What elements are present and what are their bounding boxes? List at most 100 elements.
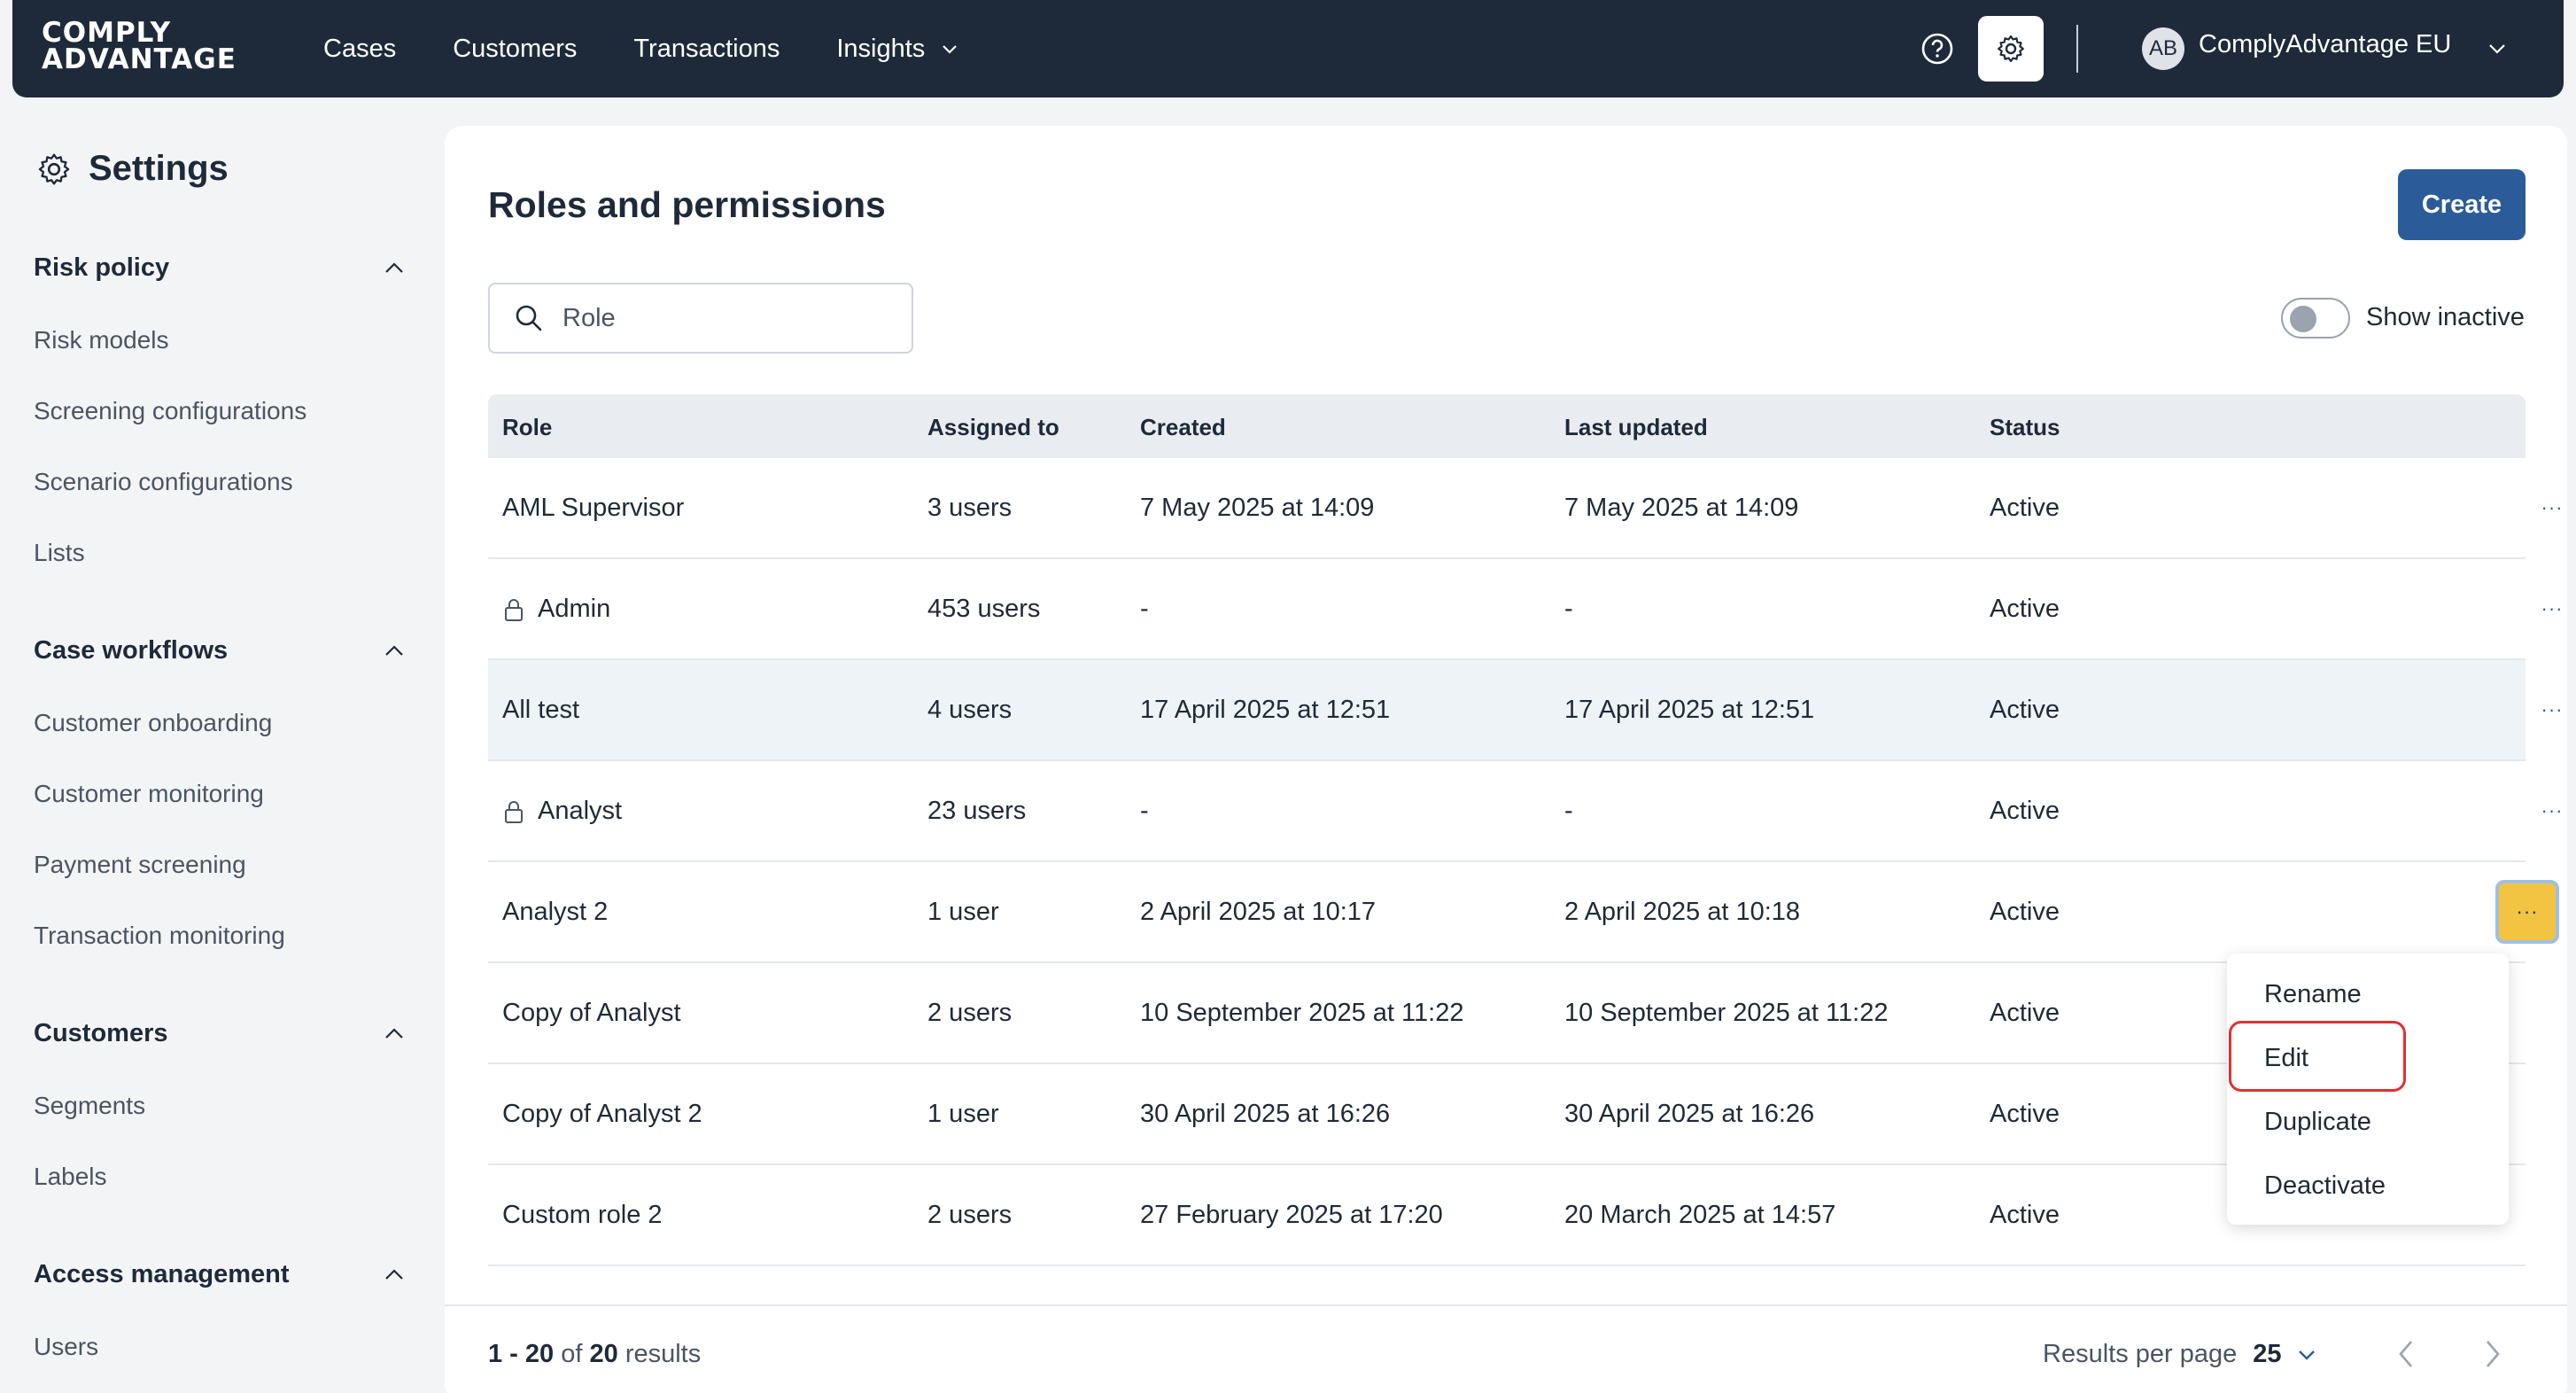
table-header: Role Assigned to Created Last updated St… <box>488 394 2526 458</box>
sidebar-item-users[interactable]: Users <box>34 1333 98 1361</box>
sidebar-item-segments[interactable]: Segments <box>34 1092 145 1120</box>
nav-insights[interactable]: Insights <box>836 35 958 64</box>
results-of: of <box>561 1340 583 1368</box>
brand-line-1: COMPLY <box>42 17 172 49</box>
section-access-management-label: Access management <box>34 1260 290 1288</box>
sidebar-item-scenario-configurations[interactable]: Scenario configurations <box>34 468 293 496</box>
status: Active <box>1990 595 2060 623</box>
assigned-to: 23 users <box>927 797 1027 825</box>
nav-customers-label: Customers <box>453 34 578 63</box>
updated-date: 10 September 2025 at 11:22 <box>1564 999 1889 1027</box>
role-name-text: Analyst 2 <box>502 898 609 926</box>
section-risk-policy[interactable]: Risk policy <box>34 253 406 283</box>
created-date: 7 May 2025 at 14:09 <box>1140 494 1375 522</box>
role-name: Copy of Analyst <box>502 999 681 1028</box>
rpp-value: 25 <box>2253 1340 2282 1368</box>
results-word: results <box>625 1340 702 1368</box>
column-header-role: Role <box>502 414 553 440</box>
more-actions-button[interactable]: ··· <box>2534 698 2570 720</box>
role-name-text: Custom role 2 <box>502 1201 663 1229</box>
table-row[interactable]: All test 4 users 17 April 2025 at 12:51 … <box>488 660 2562 761</box>
menu-item-duplicate[interactable]: Duplicate <box>2264 1108 2371 1137</box>
brand-logo[interactable]: COMPLY ADVANTAGE <box>42 17 237 74</box>
lock-icon <box>505 598 523 621</box>
role-name-text: Analyst <box>538 797 623 825</box>
role-name-text: Admin <box>538 595 611 623</box>
settings-button[interactable] <box>1978 16 2044 82</box>
created-date: - <box>1140 797 1149 825</box>
chevron-up-icon <box>385 644 403 656</box>
role-name-text: All test <box>502 696 580 724</box>
page-title: Roles and permissions <box>488 184 886 225</box>
top-navbar: COMPLY ADVANTAGE Cases Customers Transac… <box>12 0 2564 97</box>
table-row[interactable]: Custom role 2 2 users 27 February 2025 a… <box>488 1165 2526 1266</box>
org-switcher-label[interactable]: ComplyAdvantage EU <box>2199 30 2451 59</box>
role-name: Copy of Analyst 2 <box>502 1100 702 1129</box>
nav-transactions[interactable]: Transactions <box>633 35 780 64</box>
menu-item-deactivate[interactable]: Deactivate <box>2264 1171 2386 1201</box>
section-customers[interactable]: Customers <box>34 1019 406 1048</box>
chevron-up-icon <box>385 1268 403 1280</box>
help-icon[interactable] <box>1918 29 1957 68</box>
chevron-right-icon[interactable] <box>2479 1336 2505 1372</box>
column-header-status: Status <box>1990 414 2060 440</box>
status: Active <box>1990 999 2060 1027</box>
table-row[interactable]: Analyst 23 users - - Active ··· <box>488 761 2562 862</box>
search-box[interactable] <box>488 283 913 354</box>
chevron-up-icon <box>385 261 403 273</box>
chevron-left-icon[interactable] <box>2394 1336 2420 1372</box>
edit-focus-ring <box>2229 1021 2406 1092</box>
search-input[interactable] <box>563 303 899 333</box>
assigned-to: 4 users <box>927 696 1013 724</box>
more-actions-button[interactable]: ··· <box>2534 799 2570 821</box>
chevron-down-icon <box>2298 1350 2315 1360</box>
sidebar-item-lists[interactable]: Lists <box>34 539 85 567</box>
table-row[interactable]: Copy of Analyst 2 1 user 30 April 2025 a… <box>488 1064 2526 1165</box>
sidebar-item-payment-screening[interactable]: Payment screening <box>34 851 246 879</box>
sidebar-item-transaction-monitoring[interactable]: Transaction monitoring <box>34 922 285 950</box>
avatar[interactable]: AB <box>2142 27 2184 70</box>
menu-item-rename[interactable]: Rename <box>2264 980 2362 1009</box>
gear-icon <box>38 153 70 184</box>
show-inactive-toggle[interactable] <box>2281 298 2350 339</box>
assigned-to: 3 users <box>927 494 1013 522</box>
chevron-down-icon[interactable] <box>2487 39 2507 58</box>
main-nav: Cases Customers Transactions Insights <box>323 0 1015 97</box>
create-button[interactable]: Create <box>2398 169 2526 240</box>
updated-date: 20 March 2025 at 14:57 <box>1564 1201 1836 1229</box>
nav-insights-label: Insights <box>836 34 926 63</box>
sidebar-item-customer-monitoring[interactable]: Customer monitoring <box>34 780 264 808</box>
sidebar-item-screening-configurations[interactable]: Screening configurations <box>34 397 306 425</box>
updated-date: 30 April 2025 at 16:26 <box>1564 1100 1815 1128</box>
assigned-to: 2 users <box>927 1201 1013 1229</box>
results-per-page[interactable]: Results per page 25 <box>2043 1340 2317 1369</box>
section-access-management[interactable]: Access management <box>34 1260 406 1289</box>
table-row[interactable]: Admin 453 users - - Active ··· <box>488 559 2562 660</box>
sidebar-item-risk-models[interactable]: Risk models <box>34 326 168 354</box>
rpp-label: Results per page <box>2043 1340 2238 1368</box>
gear-icon <box>1998 35 2024 63</box>
settings-title-label: Settings <box>89 149 229 188</box>
settings-title: Settings <box>35 149 229 189</box>
search-icon <box>516 305 542 331</box>
more-actions-button[interactable]: ··· <box>2534 597 2570 619</box>
updated-date: - <box>1564 595 1573 623</box>
section-case-workflows[interactable]: Case workflows <box>34 636 406 665</box>
nav-cases[interactable]: Cases <box>323 35 396 64</box>
settings-sidebar: Settings Risk policy Risk models Screeni… <box>0 97 443 1393</box>
lock-icon <box>505 800 523 823</box>
chevron-down-icon <box>943 45 958 54</box>
table-row[interactable]: AML Supervisor 3 users 7 May 2025 at 14:… <box>488 458 2562 559</box>
nav-customers[interactable]: Customers <box>453 35 577 64</box>
sidebar-item-customer-onboarding[interactable]: Customer onboarding <box>34 709 272 737</box>
table-row[interactable]: Copy of Analyst 2 users 10 September 202… <box>488 963 2526 1064</box>
more-actions-button-open[interactable]: ··· <box>2495 880 2559 944</box>
sidebar-item-labels[interactable]: Labels <box>34 1163 107 1191</box>
role-name: Analyst <box>502 797 622 826</box>
table-row[interactable]: Analyst 2 1 user 2 April 2025 at 10:17 2… <box>488 862 2559 963</box>
show-inactive-label: Show inactive <box>2366 303 2525 331</box>
more-actions-button[interactable]: ··· <box>2534 496 2570 518</box>
assigned-to: 1 user <box>927 1100 999 1128</box>
updated-date: 17 April 2025 at 12:51 <box>1564 696 1815 724</box>
status: Active <box>1990 494 2060 522</box>
